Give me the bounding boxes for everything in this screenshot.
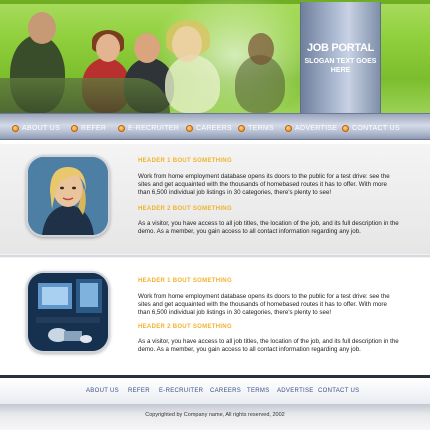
section-heading: HEADER 2 BOUT SOMETHING: [138, 324, 232, 330]
orange-bullet-icon: [285, 124, 292, 132]
nav-item-label: E-RECRUITER: [128, 124, 180, 132]
content-section: HEADER 1 BOUT SOMETHING Work from home e…: [0, 144, 430, 254]
section-paragraph: As a visitor, you have access to all job…: [138, 220, 399, 235]
nav-item-terms[interactable]: TERMS: [238, 123, 274, 133]
banner-person-head: [28, 12, 56, 44]
woman-portrait-photo: [26, 155, 110, 237]
workstation-illustration: [28, 273, 108, 351]
section-heading: HEADER 1 BOUT SOMETHING: [138, 158, 232, 164]
section-paragraph: As a visitor, you have access to all job…: [138, 338, 399, 353]
footer-link-contact-us[interactable]: CONTACT US: [318, 388, 359, 394]
footer-copyright-bar: Copyrighted by Company name, All rights …: [0, 404, 430, 430]
nav-item-refer[interactable]: REFER: [71, 123, 106, 133]
footer-link-e-recruiter[interactable]: E-RECRUITER: [159, 388, 203, 394]
nav-item-label: CONTACT US: [352, 124, 400, 132]
orange-bullet-icon: [71, 124, 78, 132]
woman-portrait-illustration: [28, 157, 108, 235]
orange-bullet-icon: [118, 124, 125, 132]
portal-logo-panel[interactable]: JOB PORTAL SLOGAN TEXT GOES HERE: [300, 2, 381, 113]
banner-person-head: [96, 34, 120, 62]
copyright-text: Copyrighted by Company name, All rights …: [145, 412, 285, 418]
section-heading: HEADER 1 BOUT SOMETHING: [138, 278, 232, 284]
nav-item-label: CAREERS: [196, 124, 232, 132]
nav-item-advertise[interactable]: ADVERTISE: [285, 123, 337, 133]
footer-link-about-us[interactable]: ABOUT US: [86, 388, 119, 394]
footer-link-terms[interactable]: TERMS: [247, 388, 270, 394]
banner-person-head: [248, 33, 274, 65]
section-paragraph: Work from home employment database opens…: [138, 293, 390, 316]
footer-navigation: ABOUT US REFER E-RECRUITER CAREERS TERMS…: [0, 378, 430, 404]
banner-person-head: [134, 33, 160, 63]
computer-workstation-photo: [26, 271, 110, 353]
nav-item-about-us[interactable]: ABOUT US: [12, 123, 60, 133]
orange-bullet-icon: [342, 124, 349, 132]
orange-bullet-icon: [238, 124, 245, 132]
content-section: HEADER 1 BOUT SOMETHING Work from home e…: [0, 258, 430, 372]
banner-person-body: [165, 55, 220, 113]
orange-bullet-icon: [12, 124, 19, 132]
banner-desk: [0, 78, 170, 113]
banner-person-head: [172, 26, 202, 62]
section-paragraph: Work from home employment database opens…: [138, 173, 390, 196]
footer-link-refer[interactable]: REFER: [128, 388, 150, 394]
nav-item-label: REFER: [81, 124, 107, 132]
orange-bullet-icon: [186, 124, 193, 132]
nav-item-label: ABOUT US: [22, 124, 61, 132]
section-heading: HEADER 2 BOUT SOMETHING: [138, 206, 232, 212]
portal-slogan: SLOGAN TEXT GOES HERE: [304, 58, 377, 74]
footer-link-advertise[interactable]: ADVERTISE: [277, 388, 314, 394]
nav-item-contact-us[interactable]: CONTACT US: [342, 123, 400, 133]
portal-title: JOB PORTAL: [306, 42, 375, 54]
nav-item-label: ADVERTISE: [295, 124, 338, 132]
footer-link-careers[interactable]: CAREERS: [210, 388, 241, 394]
nav-item-label: TERMS: [248, 124, 274, 132]
top-navigation: ABOUT US REFER E-RECRUITER CAREERS TERMS…: [0, 113, 430, 140]
header-banner: JOB PORTAL SLOGAN TEXT GOES HERE: [0, 0, 430, 113]
nav-item-e-recruiter[interactable]: E-RECRUITER: [118, 123, 179, 133]
nav-item-careers[interactable]: CAREERS: [186, 123, 232, 133]
